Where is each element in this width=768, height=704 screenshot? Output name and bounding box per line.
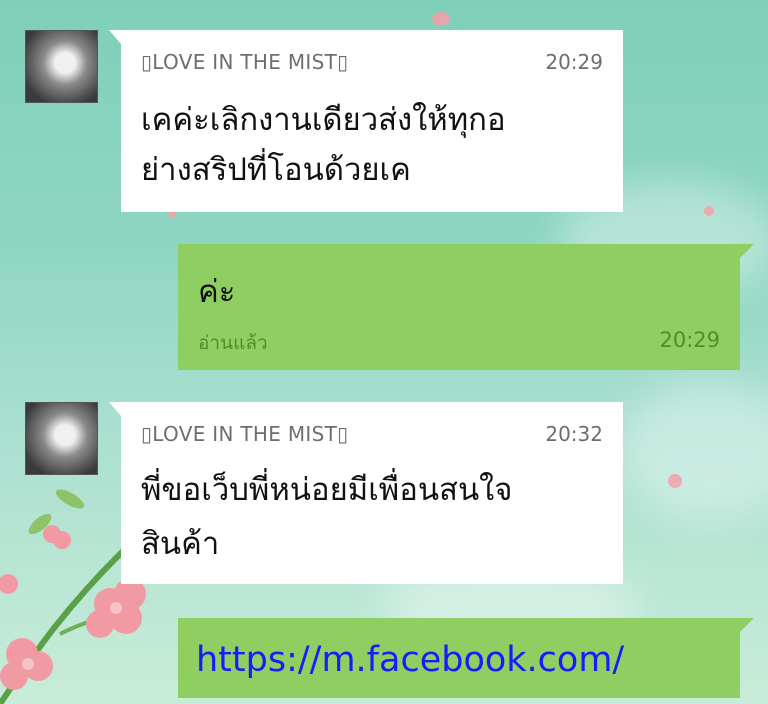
message-text-line: เคค่ะเลิกงานเดียวส่งให้ทุกอ bbox=[141, 102, 506, 138]
outgoing-message-bubble[interactable]: https://m.facebook.com/ bbox=[178, 618, 754, 698]
message-text: ค่ะ bbox=[198, 274, 236, 310]
petal-decoration bbox=[668, 474, 682, 488]
message-text-line: ย่างสริปที่โอนด้วยเค bbox=[141, 152, 411, 188]
petal-decoration bbox=[432, 12, 450, 26]
message-time: 20:29 bbox=[659, 328, 720, 352]
message-time: 20:29 bbox=[545, 50, 603, 74]
read-receipt: อ่านแล้ว bbox=[198, 332, 268, 354]
message-text-line: สินค้า bbox=[141, 526, 220, 562]
message-text-line: พี่ขอเว็บพี่หน่อยมีเพื่อนสนใจ bbox=[141, 472, 513, 508]
petal-decoration bbox=[704, 206, 714, 216]
background-cloud bbox=[620, 380, 768, 520]
sender-name: ▯LOVE IN THE MIST▯ bbox=[141, 422, 349, 446]
message-time: 20:32 bbox=[545, 422, 603, 446]
contact-avatar[interactable] bbox=[25, 402, 98, 475]
message-link[interactable]: https://m.facebook.com/ bbox=[196, 640, 624, 680]
contact-avatar[interactable] bbox=[25, 30, 98, 103]
sender-name: ▯LOVE IN THE MIST▯ bbox=[141, 50, 349, 74]
incoming-message-bubble[interactable]: ▯LOVE IN THE MIST▯ 20:29 เคค่ะเลิกงานเดี… bbox=[109, 30, 623, 212]
incoming-message-bubble[interactable]: ▯LOVE IN THE MIST▯ 20:32 พี่ขอเว็บพี่หน่… bbox=[109, 402, 623, 584]
outgoing-message-bubble[interactable]: ค่ะ อ่านแล้ว 20:29 bbox=[178, 244, 754, 370]
